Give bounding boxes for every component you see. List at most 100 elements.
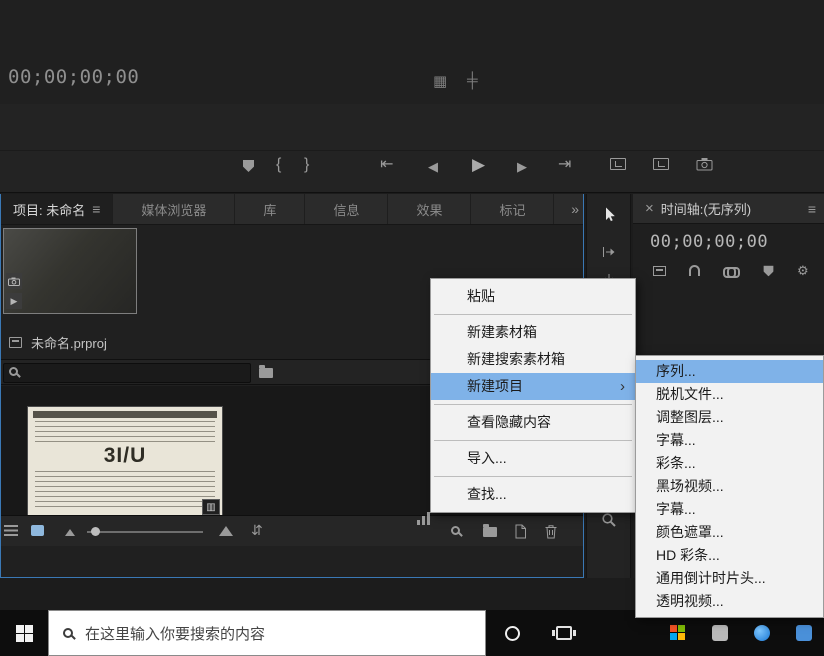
panel-menu-icon[interactable]: ≡ [92, 201, 100, 217]
export-frame-button[interactable] [696, 157, 714, 171]
tab-project-label: 项目: 未命名 [13, 202, 86, 218]
play-button[interactable]: ▶ [472, 156, 485, 174]
selection-cursor-icon [606, 207, 615, 222]
clip-thumbnail[interactable]: 3I/U ▥ [27, 406, 223, 518]
program-monitor-panel: 00;00;00;00 ▦ ╪ { } ⇤ ◀ ▶ ▶ ⇥ [0, 0, 824, 193]
menu-item-import[interactable]: 导入... [431, 445, 635, 472]
tab-media-browser[interactable]: 媒体浏览器 [113, 194, 236, 224]
add-marker-button[interactable] [243, 159, 254, 177]
task-view-button[interactable] [538, 610, 590, 656]
taskbar-search-input[interactable]: 在这里输入你要搜索的内容 [48, 610, 486, 656]
mark-out-button[interactable]: } [304, 156, 309, 174]
project-file-icon [9, 337, 22, 348]
submenu-item-offline-file[interactable]: 脱机文件... [636, 383, 823, 406]
tray-store-icon[interactable] [670, 625, 686, 641]
timeline-title: 时间轴:(无序列) [660, 202, 752, 217]
menu-item-find[interactable]: 查找... [431, 481, 635, 508]
submenu-item-hd-bars[interactable]: HD 彩条... [636, 544, 823, 567]
cortana-button[interactable] [486, 610, 538, 656]
project-file-name: 未命名.prproj [31, 336, 107, 351]
monitor-compare-icon[interactable]: ╪ [467, 72, 478, 89]
clear-button[interactable] [544, 524, 558, 539]
camera-icon [696, 158, 713, 171]
tab-project[interactable]: 项目: 未命名 ≡ [1, 194, 114, 224]
submenu-item-bars-and-tone[interactable]: 彩条... [636, 452, 823, 475]
trash-icon [545, 525, 557, 539]
tab-effects[interactable]: 效果 [388, 194, 472, 224]
zoom-slider-handle[interactable] [91, 527, 100, 536]
project-panel-toolbar: ⇵ [1, 512, 583, 546]
icon-view-button[interactable] [31, 525, 44, 536]
monitor-grid-icon[interactable]: ▦ [433, 72, 447, 90]
task-view-icon [552, 626, 576, 640]
marker-icon [243, 160, 254, 172]
lift-button[interactable] [610, 158, 626, 170]
search-icon [9, 367, 18, 376]
monitor-display-area [0, 0, 824, 104]
start-button[interactable] [0, 610, 48, 656]
track-select-icon [603, 247, 615, 257]
tray-app-icon-1[interactable] [712, 625, 728, 641]
tray-app-icon-3[interactable] [796, 625, 812, 641]
project-search-input[interactable] [3, 363, 251, 383]
go-to-out-button[interactable]: ⇥ [558, 156, 571, 174]
linked-selection-icon[interactable] [723, 266, 740, 278]
panel-menu-icon[interactable]: ≡ [808, 201, 816, 217]
timeline-timecode[interactable]: 00;00;00;00 [650, 232, 768, 252]
find-button[interactable] [451, 526, 460, 535]
film-type-badge-icon: ▥ [202, 499, 220, 515]
tab-libraries[interactable]: 库 [235, 194, 306, 224]
zoom-out-icon[interactable] [65, 529, 75, 536]
close-icon[interactable]: × [645, 200, 654, 217]
tab-info[interactable]: 信息 [305, 194, 389, 224]
extract-button[interactable] [653, 158, 669, 170]
menu-item-paste[interactable]: 粘贴 [431, 283, 635, 310]
submenu-arrow-icon: › [620, 378, 625, 395]
thumbnail-zoom-slider[interactable] [87, 531, 203, 533]
submenu-item-sequence[interactable]: 序列... [636, 360, 823, 383]
insert-overwrite-sequence-icon[interactable] [653, 265, 666, 276]
menu-item-new-search-bin[interactable]: 新建搜索素材箱 [431, 346, 635, 373]
snap-icon[interactable] [689, 265, 700, 276]
menu-item-view-hidden[interactable]: 查看隐藏内容 [431, 409, 635, 436]
monitor-timecode[interactable]: 00;00;00;00 [8, 66, 139, 88]
new-bin-button[interactable] [483, 524, 497, 537]
tab-markers[interactable]: 标记 [471, 194, 555, 224]
submenu-item-transparent-video[interactable]: 透明视频... [636, 590, 823, 613]
add-marker-icon[interactable] [763, 265, 774, 276]
submenu-item-caption[interactable]: 字幕... [636, 429, 823, 452]
menu-separator [434, 314, 632, 315]
tab-overflow-chevron-icon[interactable]: » [571, 194, 579, 224]
certificate-header-band [33, 411, 217, 418]
context-menu: 粘贴 新建素材箱 新建搜索素材箱 新建项目 › 查看隐藏内容 导入... 查找.… [430, 278, 636, 513]
play-icon[interactable]: ▶ [6, 293, 22, 309]
submenu-item-black-video[interactable]: 黑场视频... [636, 475, 823, 498]
step-back-button[interactable]: ◀ [428, 158, 438, 176]
list-view-button[interactable] [4, 525, 18, 536]
tool-track-select[interactable] [601, 244, 617, 260]
camera-icon[interactable] [6, 273, 22, 289]
menu-separator [434, 476, 632, 477]
preview-thumbnail[interactable]: ▶ [3, 228, 137, 314]
submenu-item-adjustment-layer[interactable]: 调整图层... [636, 406, 823, 429]
submenu-item-title[interactable]: 字幕... [636, 498, 823, 521]
project-file-item[interactable]: 未命名.prproj [9, 333, 107, 352]
zoom-in-icon[interactable] [219, 526, 233, 536]
submenu-item-color-matte[interactable]: 颜色遮罩... [636, 521, 823, 544]
new-item-button[interactable] [514, 524, 527, 539]
tray-app-icon-2[interactable] [754, 625, 770, 641]
timeline-toolbar: ⚙ [653, 264, 809, 278]
mark-in-button[interactable]: { [276, 156, 281, 174]
transport-controls: { } ⇤ ◀ ▶ ▶ ⇥ [0, 150, 824, 186]
menu-item-new-item[interactable]: 新建项目 › [431, 373, 635, 400]
menu-separator [434, 404, 632, 405]
timeline-settings-icon[interactable]: ⚙ [797, 264, 809, 277]
step-forward-button[interactable]: ▶ [517, 158, 527, 176]
tool-selection[interactable] [601, 206, 617, 223]
menu-item-new-bin[interactable]: 新建素材箱 [431, 319, 635, 346]
filter-bin-folder-icon[interactable] [259, 365, 273, 378]
submenu-item-universal-counting-leader[interactable]: 通用倒计时片头... [636, 567, 823, 590]
go-to-in-button[interactable]: ⇤ [380, 156, 393, 174]
tool-zoom[interactable] [601, 512, 617, 528]
sort-icon[interactable]: ⇵ [251, 523, 263, 537]
